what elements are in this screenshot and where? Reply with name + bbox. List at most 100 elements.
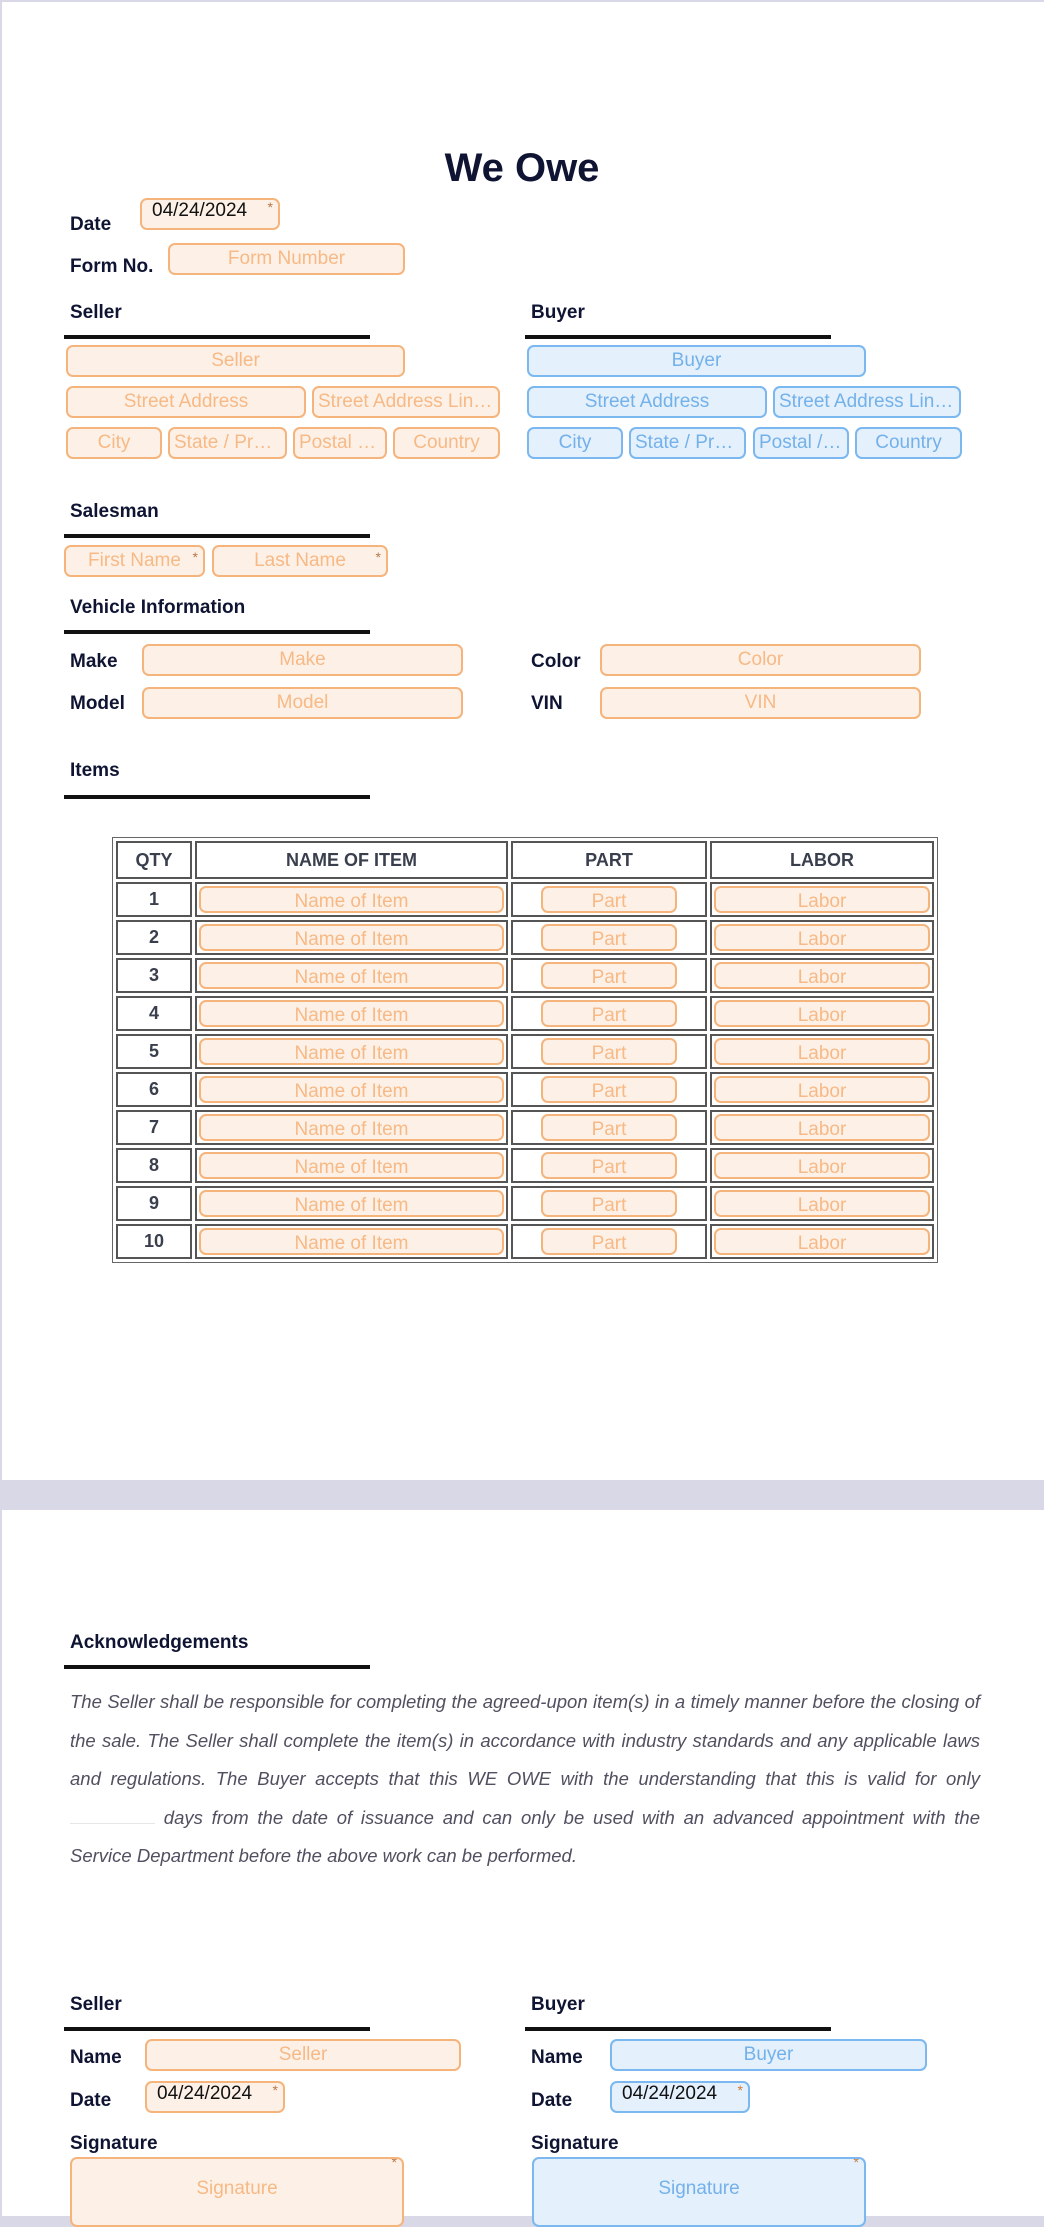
- column-header-qty: QTY: [116, 841, 192, 879]
- seller-country-field[interactable]: Country: [393, 427, 500, 459]
- name-cell: Name of Item: [195, 1072, 508, 1107]
- item-name-field[interactable]: Name of Item: [199, 1114, 504, 1141]
- sign-buyer-name-field[interactable]: Buyer: [610, 2039, 927, 2071]
- column-header-name: NAME OF ITEM: [195, 841, 508, 879]
- item-labor-field[interactable]: Labor: [714, 1038, 930, 1065]
- qty-cell: 8: [116, 1148, 192, 1183]
- labor-cell: Labor: [710, 1034, 934, 1069]
- item-name-field[interactable]: Name of Item: [199, 1038, 504, 1065]
- qty-cell: 4: [116, 996, 192, 1031]
- part-cell: Part: [511, 920, 707, 955]
- labor-cell: Labor: [710, 882, 934, 917]
- part-cell: Part: [511, 1072, 707, 1107]
- buyer-city-field[interactable]: City: [527, 427, 623, 459]
- buyer-street2-field[interactable]: Street Address Line 2: [773, 386, 961, 418]
- seller-name-field[interactable]: Seller: [66, 345, 405, 377]
- item-part-field[interactable]: Part: [541, 1114, 677, 1141]
- form-number-field[interactable]: Form Number: [168, 243, 405, 275]
- item-name-field[interactable]: Name of Item: [199, 1076, 504, 1103]
- item-labor-field[interactable]: Labor: [714, 1228, 930, 1255]
- part-cell: Part: [511, 1148, 707, 1183]
- item-part-field[interactable]: Part: [541, 1000, 677, 1027]
- item-name-field[interactable]: Name of Item: [199, 924, 504, 951]
- sign-seller-name-field[interactable]: Seller: [145, 2039, 461, 2071]
- table-row: 9 Name of Item Part Labor: [116, 1186, 934, 1221]
- item-part-field[interactable]: Part: [541, 1228, 677, 1255]
- qty-cell: 1: [116, 882, 192, 917]
- qty-cell: 5: [116, 1034, 192, 1069]
- model-field[interactable]: Model: [142, 687, 463, 719]
- seller-street-field[interactable]: Street Address: [66, 386, 306, 418]
- part-cell: Part: [511, 1186, 707, 1221]
- table-row: 7 Name of Item Part Labor: [116, 1110, 934, 1145]
- sign-seller-name-label: Name: [70, 2047, 122, 2068]
- last-name-field[interactable]: Last Name *: [212, 545, 388, 577]
- item-labor-field[interactable]: Labor: [714, 1076, 930, 1103]
- first-name-placeholder: First Name: [88, 550, 181, 571]
- item-name-field[interactable]: Name of Item: [199, 1152, 504, 1179]
- buyer-name-field[interactable]: Buyer: [527, 345, 866, 377]
- buyer-street-field[interactable]: Street Address: [527, 386, 767, 418]
- sign-seller-date-field[interactable]: 04/24/2024 *: [145, 2081, 285, 2113]
- items-divider: [64, 795, 370, 799]
- make-label: Make: [70, 651, 118, 672]
- item-labor-field[interactable]: Labor: [714, 1152, 930, 1179]
- table-row: 1 Name of Item Part Labor: [116, 882, 934, 917]
- items-heading: Items: [70, 760, 120, 781]
- sign-seller-signature-field[interactable]: Signature *: [70, 2157, 404, 2227]
- item-labor-field[interactable]: Labor: [714, 924, 930, 951]
- item-part-field[interactable]: Part: [541, 1076, 677, 1103]
- sign-buyer-date-field[interactable]: 04/24/2024 *: [610, 2081, 750, 2113]
- item-name-field[interactable]: Name of Item: [199, 962, 504, 989]
- table-row: 10 Name of Item Part Labor: [116, 1224, 934, 1259]
- item-name-field[interactable]: Name of Item: [199, 1228, 504, 1255]
- sign-seller-signature-label: Signature: [70, 2133, 158, 2154]
- buyer-postal-field[interactable]: Postal / Zip Code: [753, 427, 849, 459]
- sign-buyer-divider: [525, 2027, 831, 2031]
- item-part-field[interactable]: Part: [541, 962, 677, 989]
- first-name-field[interactable]: First Name *: [64, 545, 205, 577]
- table-row: 3 Name of Item Part Labor: [116, 958, 934, 993]
- seller-street2-field[interactable]: Street Address Line 2: [312, 386, 500, 418]
- buyer-state-field[interactable]: State / Province: [629, 427, 746, 459]
- seller-state-field[interactable]: State / Province: [168, 427, 287, 459]
- item-labor-field[interactable]: Labor: [714, 886, 930, 913]
- part-cell: Part: [511, 1034, 707, 1069]
- item-name-field[interactable]: Name of Item: [199, 1000, 504, 1027]
- buyer-country-field[interactable]: Country: [855, 427, 962, 459]
- days-blank-field[interactable]: [70, 1822, 155, 1824]
- labor-cell: Labor: [710, 958, 934, 993]
- sign-buyer-name-label: Name: [531, 2047, 583, 2068]
- table-row: 2 Name of Item Part Labor: [116, 920, 934, 955]
- labor-cell: Labor: [710, 1072, 934, 1107]
- item-labor-field[interactable]: Labor: [714, 1114, 930, 1141]
- part-cell: Part: [511, 958, 707, 993]
- color-field[interactable]: Color: [600, 644, 921, 676]
- item-labor-field[interactable]: Labor: [714, 962, 930, 989]
- vin-field[interactable]: VIN: [600, 687, 921, 719]
- page-title: We Owe: [444, 146, 600, 190]
- sign-seller-date-value: 04/24/2024: [157, 2083, 253, 2104]
- labor-cell: Labor: [710, 1148, 934, 1183]
- item-part-field[interactable]: Part: [541, 1152, 677, 1179]
- table-row: 8 Name of Item Part Labor: [116, 1148, 934, 1183]
- required-icon: *: [391, 2157, 397, 2170]
- name-cell: Name of Item: [195, 1110, 508, 1145]
- item-labor-field[interactable]: Labor: [714, 1000, 930, 1027]
- item-name-field[interactable]: Name of Item: [199, 1190, 504, 1217]
- make-field[interactable]: Make: [142, 644, 463, 676]
- date-field[interactable]: 04/24/2024 *: [140, 198, 280, 230]
- sign-buyer-signature-field[interactable]: Signature *: [532, 2157, 866, 2227]
- color-label: Color: [531, 651, 581, 672]
- seller-postal-field[interactable]: Postal / Zip Code: [293, 427, 387, 459]
- item-part-field[interactable]: Part: [541, 886, 677, 913]
- item-labor-field[interactable]: Labor: [714, 1190, 930, 1217]
- item-part-field[interactable]: Part: [541, 1038, 677, 1065]
- seller-city-field[interactable]: City: [66, 427, 162, 459]
- item-part-field[interactable]: Part: [541, 1190, 677, 1217]
- item-part-field[interactable]: Part: [541, 924, 677, 951]
- date-label: Date: [70, 214, 112, 235]
- part-cell: Part: [511, 996, 707, 1031]
- name-cell: Name of Item: [195, 996, 508, 1031]
- item-name-field[interactable]: Name of Item: [199, 886, 504, 913]
